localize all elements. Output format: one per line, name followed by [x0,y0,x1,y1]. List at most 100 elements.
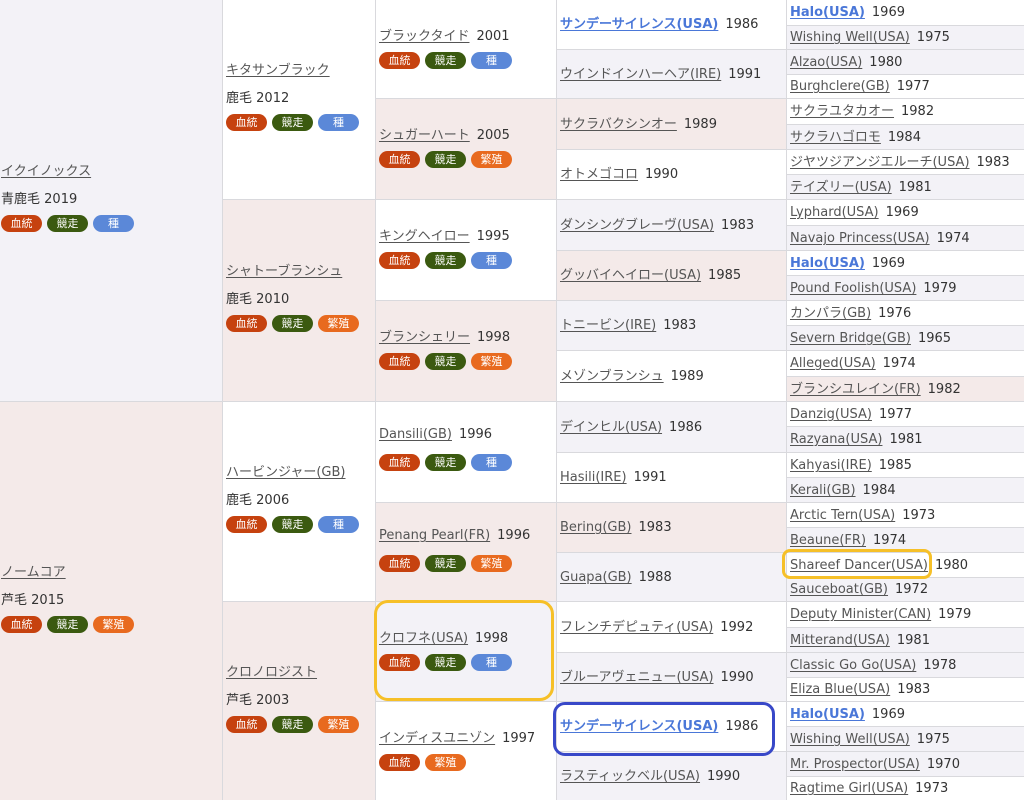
kyoso-badge[interactable]: 競走 [47,616,88,633]
horse-name-link[interactable]: Alleged(USA) [790,356,876,371]
kettou-badge[interactable]: 血統 [379,754,420,771]
horse-name-link[interactable]: グッバイヘイロー(USA) [560,268,701,283]
hanshoku-badge[interactable]: 繁殖 [471,151,512,168]
horse-name-link[interactable]: サクラユタカオー [790,104,894,119]
horse-name-link[interactable]: Lyphard(USA) [790,205,879,220]
kettou-badge[interactable]: 血統 [1,215,42,232]
hanshoku-badge[interactable]: 繁殖 [471,353,512,370]
horse-name-link[interactable]: ダンシングブレーヴ(USA) [560,218,714,233]
horse-name-link[interactable]: クロフネ(USA) [379,631,468,646]
horse-name-link[interactable]: キタサンブラック [226,63,330,78]
shu-badge[interactable]: 種 [318,516,359,533]
horse-name-link[interactable]: サンデーサイレンス(USA) [560,17,718,32]
kyoso-badge[interactable]: 競走 [425,252,466,269]
horse-name-link[interactable]: Ragtime Girl(USA) [790,781,908,796]
horse-name-link[interactable]: Sauceboat(GB) [790,582,888,597]
horse-name-link[interactable]: Halo(USA) [790,256,865,271]
kyoso-badge[interactable]: 競走 [272,315,313,332]
horse-name-link[interactable]: キングヘイロー [379,229,470,244]
kettou-badge[interactable]: 血統 [379,654,420,671]
horse-name-link[interactable]: Razyana(USA) [790,432,882,447]
horse-name-link[interactable]: Mr. Prospector(USA) [790,757,920,772]
kyoso-badge[interactable]: 競走 [425,654,466,671]
shu-badge[interactable]: 種 [471,654,512,671]
shu-badge[interactable]: 種 [318,114,359,131]
horse-name-link[interactable]: テイズリー(USA) [790,180,892,195]
horse-name-link[interactable]: フレンチデピュティ(USA) [560,620,713,635]
horse-name-link[interactable]: Halo(USA) [790,707,865,722]
horse-name-link[interactable]: Hasili(IRE) [560,470,627,485]
hanshoku-badge[interactable]: 繁殖 [93,616,134,633]
horse-name-link[interactable]: Beaune(FR) [790,533,866,548]
hanshoku-badge[interactable]: 繁殖 [425,754,466,771]
kettou-badge[interactable]: 血統 [226,716,267,733]
horse-name-link[interactable]: Severn Bridge(GB) [790,331,911,346]
kettou-badge[interactable]: 血統 [379,454,420,471]
shu-badge[interactable]: 種 [471,252,512,269]
horse-name-link[interactable]: トニービン(IRE) [560,318,656,333]
horse-name-link[interactable]: Guapa(GB) [560,570,632,585]
kettou-badge[interactable]: 血統 [226,315,267,332]
horse-name-link[interactable]: Halo(USA) [790,5,865,20]
horse-name-link[interactable]: Wishing Well(USA) [790,30,910,45]
horse-name-link[interactable]: Pound Foolish(USA) [790,281,916,296]
hanshoku-badge[interactable]: 繁殖 [318,315,359,332]
horse-name-link[interactable]: Shareef Dancer(USA) [790,558,928,573]
shu-badge[interactable]: 種 [471,454,512,471]
horse-name-link[interactable]: Danzig(USA) [790,407,872,422]
horse-name-link[interactable]: ラスティックベル(USA) [560,769,700,784]
hanshoku-badge[interactable]: 繁殖 [471,555,512,572]
horse-name-link[interactable]: Deputy Minister(CAN) [790,607,931,622]
horse-name-link[interactable]: ブラックタイド [379,29,469,44]
horse-name-link[interactable]: Classic Go Go(USA) [790,658,916,673]
horse-name-link[interactable]: サンデーサイレンス(USA) [560,719,718,734]
kettou-badge[interactable]: 血統 [226,516,267,533]
horse-name-link[interactable]: Eliza Blue(USA) [790,682,890,697]
kyoso-badge[interactable]: 競走 [272,516,313,533]
horse-name-link[interactable]: Arctic Tern(USA) [790,508,895,523]
horse-name-link[interactable]: Burghclere(GB) [790,79,890,94]
horse-name-link[interactable]: ブランシユレイン(FR) [790,382,921,397]
horse-name-link[interactable]: Dansili(GB) [379,427,452,442]
kettou-badge[interactable]: 血統 [379,353,420,370]
shu-badge[interactable]: 種 [93,215,134,232]
kettou-badge[interactable]: 血統 [379,555,420,572]
horse-name-link[interactable]: Alzao(USA) [790,55,862,70]
horse-name-link[interactable]: デインヒル(USA) [560,420,662,435]
horse-name-link[interactable]: Kahyasi(IRE) [790,458,872,473]
horse-name-link[interactable]: ジヤツジアンジエルーチ(USA) [790,155,970,170]
hanshoku-badge[interactable]: 繁殖 [318,716,359,733]
horse-name-link[interactable]: インディスユニゾン [379,731,495,746]
kyoso-badge[interactable]: 競走 [425,151,466,168]
horse-name-link[interactable]: Navajo Princess(USA) [790,231,930,246]
horse-name-link[interactable]: シュガーハート [379,128,470,143]
kyoso-badge[interactable]: 競走 [272,716,313,733]
kyoso-badge[interactable]: 競走 [272,114,313,131]
kettou-badge[interactable]: 血統 [379,151,420,168]
horse-name-link[interactable]: ノームコア [1,565,66,580]
horse-name-link[interactable]: シャトーブランシュ [226,264,342,279]
horse-name-link[interactable]: ウインドインハーヘア(IRE) [560,67,721,82]
horse-name-link[interactable]: Kerali(GB) [790,483,856,498]
kettou-badge[interactable]: 血統 [226,114,267,131]
kettou-badge[interactable]: 血統 [1,616,42,633]
horse-name-link[interactable]: クロノロジスト [226,665,317,680]
kyoso-badge[interactable]: 競走 [425,454,466,471]
horse-name-link[interactable]: ブランシェリー [379,330,470,345]
kyoso-badge[interactable]: 競走 [425,353,466,370]
horse-name-link[interactable]: メゾンブランシュ [560,369,664,384]
horse-name-link[interactable]: サクラバクシンオー [560,117,677,132]
kyoso-badge[interactable]: 競走 [47,215,88,232]
horse-name-link[interactable]: ブルーアヴェニュー(USA) [560,670,714,685]
kettou-badge[interactable]: 血統 [379,52,420,69]
horse-name-link[interactable]: ハービンジャー(GB) [226,465,346,480]
kettou-badge[interactable]: 血統 [379,252,420,269]
horse-name-link[interactable]: カンパラ(GB) [790,306,871,321]
kyoso-badge[interactable]: 競走 [425,52,466,69]
shu-badge[interactable]: 種 [471,52,512,69]
horse-name-link[interactable]: イクイノックス [1,164,91,179]
kyoso-badge[interactable]: 競走 [425,555,466,572]
horse-name-link[interactable]: Bering(GB) [560,520,632,535]
horse-name-link[interactable]: Wishing Well(USA) [790,732,910,747]
horse-name-link[interactable]: オトメゴコロ [560,167,638,182]
